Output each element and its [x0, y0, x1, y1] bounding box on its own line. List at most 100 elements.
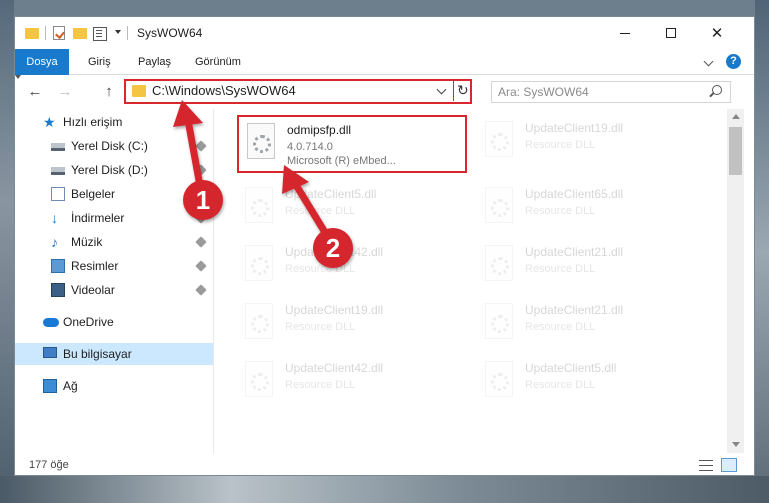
sidebar-item-pictures[interactable]: Resimler	[15, 255, 213, 277]
sidebar-item-downloads[interactable]: ↓ İndirmeler	[15, 207, 213, 229]
sidebar-item-this-pc[interactable]: Bu bilgisayar	[15, 343, 213, 365]
file-description: Resource DLL	[285, 379, 356, 391]
desktop-background-right	[755, 0, 769, 503]
sidebar-item-label: Hızlı erişim	[63, 115, 123, 129]
music-icon: ♪	[51, 234, 58, 250]
tab-view[interactable]: Görünüm	[195, 49, 241, 75]
dll-file-icon	[243, 245, 275, 285]
tab-file[interactable]: Dosya	[15, 49, 69, 75]
file-name: UpdateClient19.dll	[525, 121, 624, 135]
file-item[interactable]: UpdateClient42.dll Resource DLL	[237, 355, 467, 413]
vertical-scrollbar[interactable]	[727, 109, 744, 453]
address-bar[interactable]: C:\Windows\SysWOW64 ↻	[124, 79, 472, 104]
file-list: odmipsfp.dll 4.0.714.0 Microsoft (R) eMb…	[215, 109, 740, 453]
file-item[interactable]: UpdateClient19.dll Resource DLL	[477, 115, 707, 173]
window-title: SysWOW64	[137, 26, 203, 40]
pin-icon	[195, 140, 207, 152]
address-divider	[453, 81, 454, 101]
file-item[interactable]: UpdateClient5.dll Resource DLL	[237, 181, 467, 239]
file-name: UpdateClient42.dll	[285, 361, 384, 375]
sidebar-item-disk-c[interactable]: Yerel Disk (C:)	[15, 135, 213, 157]
dll-file-icon	[245, 123, 277, 163]
dll-file-icon	[483, 187, 515, 227]
search-icon[interactable]	[712, 85, 722, 95]
customize-toolbar-chevron-icon[interactable]	[115, 30, 121, 34]
up-arrow-icon[interactable]: ↑	[101, 84, 117, 100]
navigation-bar: ← → ↑ C:\Windows\SysWOW64 ↻ Ara: SysWOW6…	[15, 75, 754, 109]
file-item[interactable]: UpdateClient21.dll Resource DLL	[477, 239, 707, 297]
sidebar-item-videos[interactable]: Videolar	[15, 279, 213, 301]
dll-file-icon	[243, 361, 275, 401]
scroll-down-arrow-icon[interactable]	[732, 442, 740, 447]
sidebar-item-onedrive[interactable]: OneDrive	[15, 311, 213, 333]
pin-icon	[195, 284, 207, 296]
new-folder-icon[interactable]	[73, 28, 87, 39]
step-badge-1: 1	[183, 180, 223, 220]
sidebar-item-label: Bu bilgisayar	[63, 347, 132, 361]
help-icon[interactable]: ?	[726, 54, 741, 69]
forward-arrow-icon[interactable]: →	[57, 84, 73, 100]
sidebar-item-label: Yerel Disk (D:)	[71, 163, 148, 177]
close-button[interactable]: ✕	[694, 17, 740, 49]
file-item[interactable]: UpdateClient65.dll Resource DLL	[477, 181, 707, 239]
pane-divider[interactable]	[213, 109, 214, 453]
maximize-icon	[666, 28, 676, 38]
explorer-window: SysWOW64 ✕ Dosya Giriş Paylaş Görünüm ? …	[14, 16, 755, 476]
file-item[interactable]: UpdateClient5.dll Resource DLL	[477, 355, 707, 413]
file-description: Resource DLL	[525, 205, 596, 217]
star-icon: ★	[43, 114, 56, 130]
file-item[interactable]: UpdateClient21.dll Resource DLL	[477, 297, 707, 355]
large-icons-view-icon[interactable]	[721, 458, 737, 472]
sidebar-item-network[interactable]: Ağ	[15, 375, 213, 397]
maximize-button[interactable]	[648, 17, 694, 49]
desktop-background-left	[0, 0, 14, 503]
disk-icon	[51, 167, 65, 175]
scrollbar-thumb[interactable]	[729, 127, 742, 175]
details-view-icon[interactable]	[699, 460, 713, 471]
sidebar-item-label: Resimler	[71, 259, 119, 273]
file-description: Microsoft (R) eMbed...	[287, 155, 396, 167]
sidebar-item-music[interactable]: ♪ Müzik	[15, 231, 213, 253]
file-name: UpdateClient21.dll	[525, 245, 624, 259]
item-count: 177 öğe	[29, 459, 69, 471]
dll-file-icon	[483, 303, 515, 343]
scroll-up-arrow-icon[interactable]	[732, 114, 740, 119]
properties-check-icon[interactable]	[53, 26, 65, 40]
sidebar-item-label: Videolar	[71, 283, 115, 297]
tab-share[interactable]: Paylaş	[138, 49, 171, 75]
expand-ribbon-chevron-icon[interactable]	[703, 56, 714, 67]
title-bar: SysWOW64 ✕	[15, 17, 754, 49]
recent-locations-chevron-icon[interactable]	[15, 75, 21, 79]
sidebar-item-disk-d[interactable]: Yerel Disk (D:)	[15, 159, 213, 181]
sidebar-item-quick-access[interactable]: ★ Hızlı erişim	[15, 111, 213, 133]
refresh-icon[interactable]: ↻	[457, 82, 469, 99]
computer-icon	[43, 347, 57, 358]
pictures-icon	[51, 259, 65, 273]
toolbar-divider	[45, 26, 46, 40]
file-description: Resource DLL	[285, 263, 356, 275]
search-input[interactable]: Ara: SysWOW64	[491, 81, 731, 103]
cloud-icon	[43, 318, 59, 327]
file-item-highlighted[interactable]: odmipsfp.dll 4.0.714.0 Microsoft (R) eMb…	[237, 115, 467, 173]
dll-file-icon	[243, 303, 275, 343]
address-path[interactable]: C:\Windows\SysWOW64	[152, 83, 296, 98]
back-arrow-icon[interactable]: ←	[27, 84, 43, 100]
dll-file-icon	[483, 121, 515, 161]
tab-home[interactable]: Giriş	[88, 49, 111, 75]
sidebar-item-label: İndirmeler	[71, 211, 125, 225]
dll-file-icon	[243, 187, 275, 227]
sidebar-item-label: Belgeler	[71, 187, 116, 201]
address-history-chevron-icon[interactable]	[436, 84, 447, 95]
minimize-button[interactable]	[602, 17, 648, 49]
file-description: Resource DLL	[285, 321, 356, 333]
properties-icon[interactable]	[93, 26, 109, 41]
file-name: UpdateClient5.dll	[525, 361, 617, 375]
document-icon	[51, 187, 65, 201]
network-icon	[43, 379, 57, 393]
sidebar-item-label: Ağ	[63, 379, 78, 393]
navigation-pane: ★ Hızlı erişim Yerel Disk (C:) Yerel Dis…	[15, 109, 213, 453]
pin-icon	[195, 260, 207, 272]
sidebar-item-label: Müzik	[71, 235, 103, 249]
file-item[interactable]: UpdateClient19.dll Resource DLL	[237, 297, 467, 355]
file-description: Resource DLL	[525, 139, 596, 151]
